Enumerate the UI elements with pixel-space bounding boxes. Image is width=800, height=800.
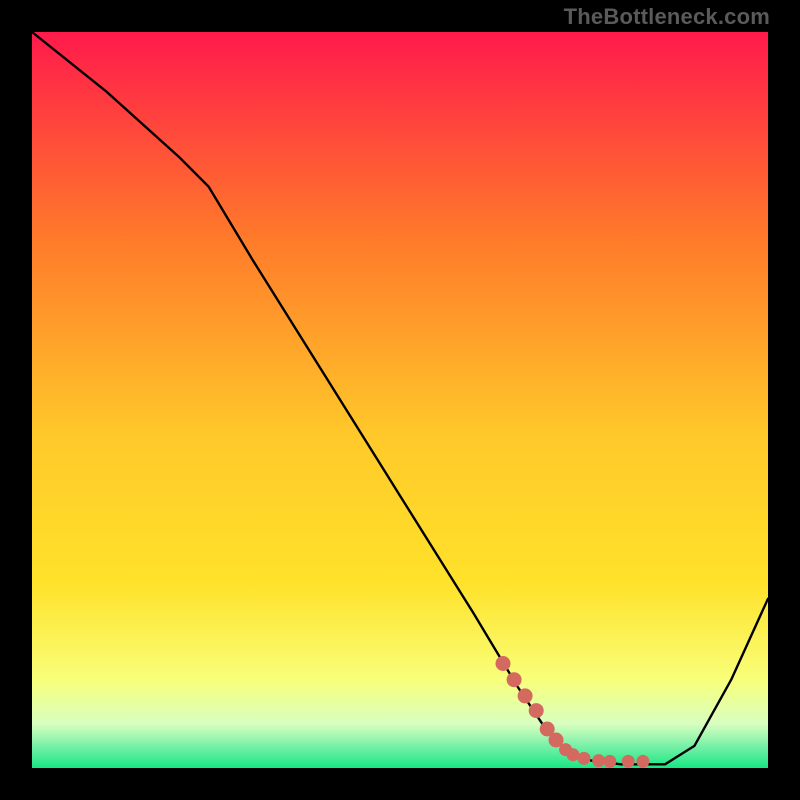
chart-frame: TheBottleneck.com [0,0,800,800]
highlight-marker [507,672,522,687]
plot-area [32,32,768,768]
watermark-label: TheBottleneck.com [564,4,770,30]
highlight-marker [518,688,533,703]
chart-svg [32,32,768,768]
highlight-marker [496,656,511,671]
highlight-marker [622,755,635,768]
highlight-marker [567,748,580,761]
highlight-marker [636,755,649,768]
gradient-background [32,32,768,768]
highlight-marker [578,752,591,765]
highlight-marker [529,703,544,718]
highlight-marker [592,754,605,767]
highlight-marker [603,755,616,768]
